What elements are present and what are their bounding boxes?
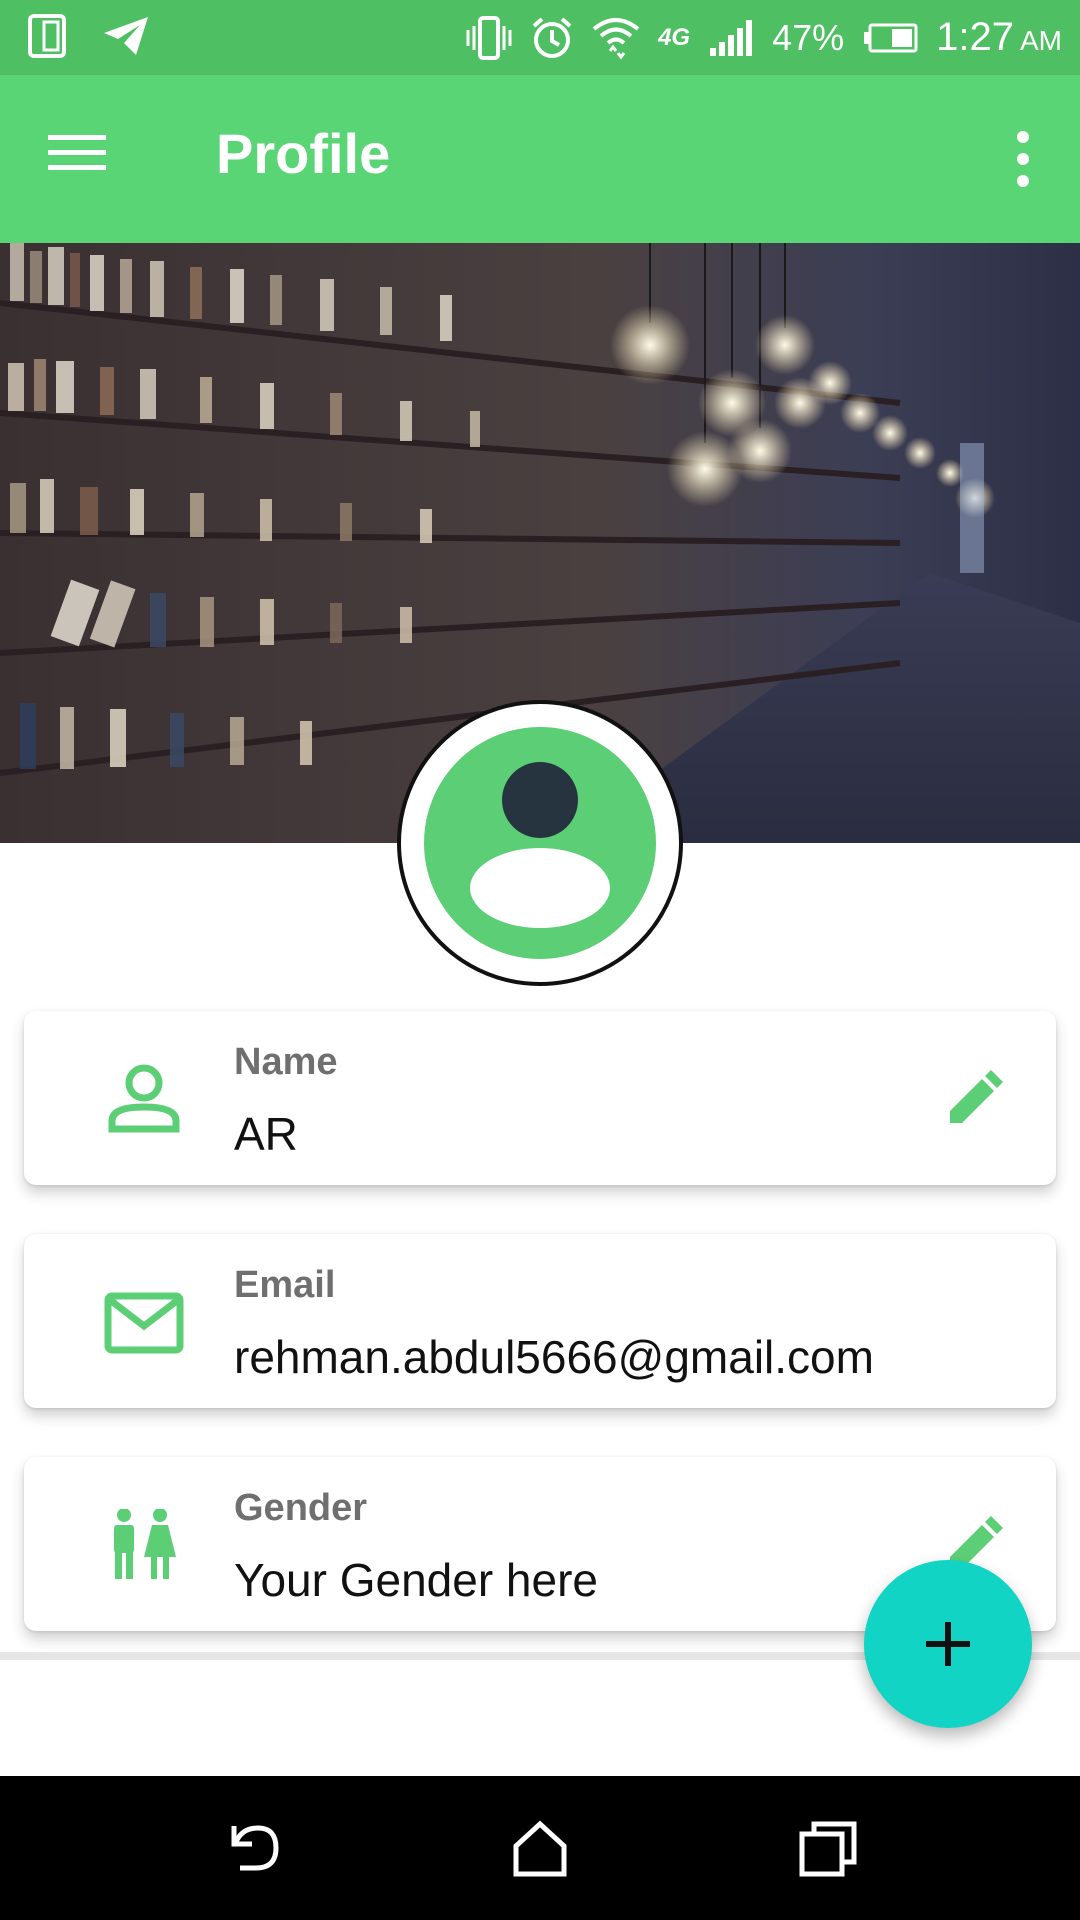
- status-right-icons: 4G 47% 1:27 AM: [466, 0, 1062, 75]
- gender-label: Gender: [234, 1487, 368, 1529]
- name-card: Name AR: [24, 1011, 1056, 1185]
- clock-time: 1:27: [936, 15, 1014, 59]
- email-card: Email rehman.abdul5666@gmail.com: [24, 1234, 1056, 1408]
- clock-ampm: AM: [1020, 25, 1062, 56]
- email-label: Email: [234, 1264, 336, 1306]
- add-fab-button[interactable]: [864, 1560, 1032, 1728]
- person-icon: [108, 1064, 180, 1133]
- recents-icon[interactable]: [796, 1816, 860, 1880]
- hamburger-menu-icon: [48, 135, 106, 170]
- plus-icon: [926, 1622, 970, 1666]
- overflow-menu-button[interactable]: [1006, 127, 1040, 191]
- name-value: AR: [234, 1108, 298, 1160]
- signal-icon: [710, 19, 753, 56]
- status-left-icons: [28, 14, 150, 58]
- status-bar: 4G 47% 1:27 AM: [0, 0, 1080, 75]
- account-circle-icon: [424, 727, 656, 959]
- gender-value: Your Gender here: [234, 1554, 599, 1606]
- back-icon[interactable]: [220, 1816, 284, 1880]
- telegram-icon: [104, 17, 148, 55]
- battery-icon: [864, 23, 918, 52]
- home-icon[interactable]: [508, 1816, 572, 1880]
- alarm-icon: [532, 16, 572, 58]
- page-title: Profile: [216, 122, 391, 185]
- network-type: 4G: [658, 23, 691, 51]
- profile-avatar[interactable]: [397, 700, 683, 986]
- more-vert-icon: [1017, 131, 1029, 187]
- name-label: Name: [234, 1041, 338, 1083]
- vibrate-icon: [466, 15, 512, 60]
- battery-percent: 47%: [772, 16, 845, 58]
- mail-icon: [104, 1292, 184, 1354]
- edit-name-icon[interactable]: [944, 1067, 1004, 1127]
- clock: 1:27 AM: [936, 15, 1062, 60]
- device-icon: [28, 14, 66, 58]
- people-icon: [114, 1509, 176, 1579]
- app-bar: Profile: [0, 75, 1080, 243]
- email-value: rehman.abdul5666@gmail.com: [234, 1331, 874, 1383]
- system-nav-bar: [0, 1776, 1080, 1920]
- wifi-icon: [592, 17, 640, 59]
- menu-button[interactable]: [48, 131, 114, 187]
